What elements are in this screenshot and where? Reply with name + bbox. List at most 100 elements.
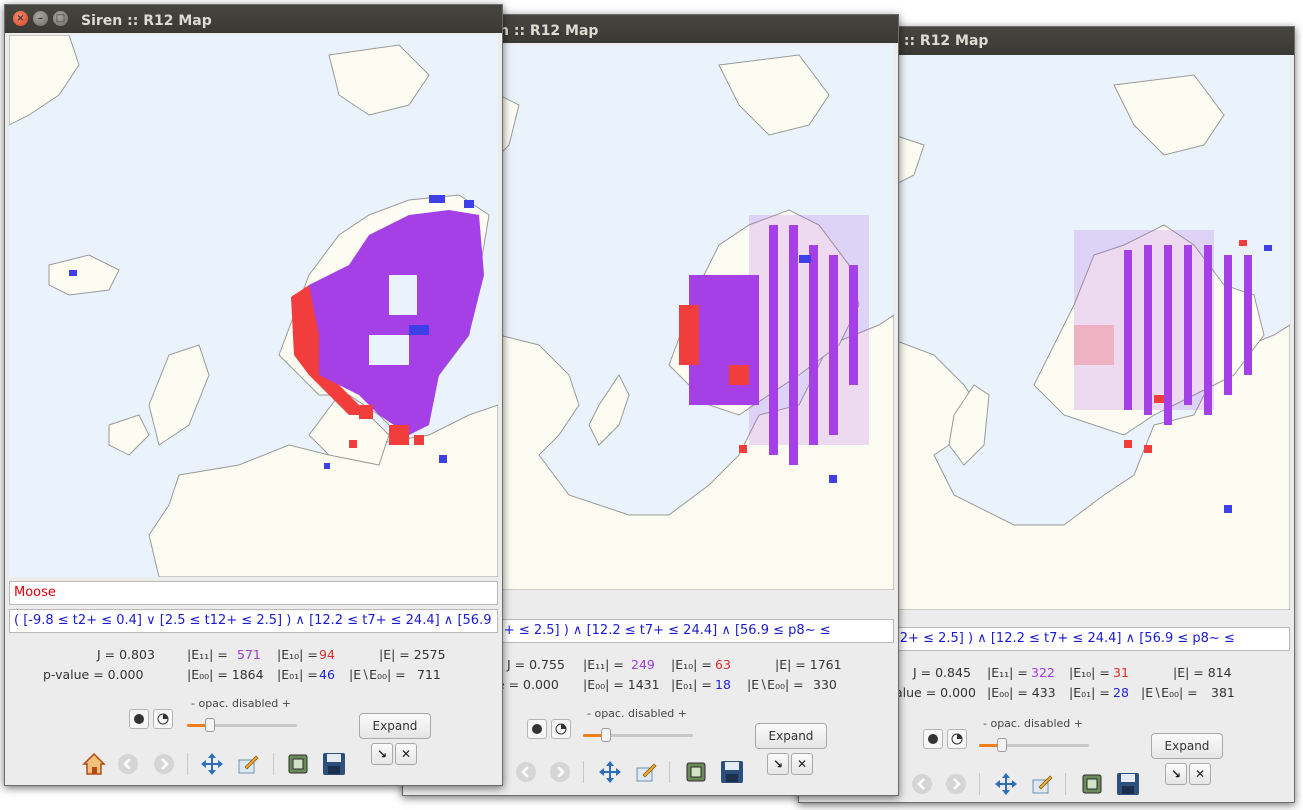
j-value: J = 0.755 bbox=[507, 657, 565, 672]
toolbar-separator bbox=[669, 761, 670, 783]
e-total: |E| = 1761 bbox=[775, 657, 842, 672]
p-value: alue = 0.000 bbox=[895, 685, 976, 700]
edit-icon bbox=[636, 763, 657, 782]
edit-button[interactable] bbox=[1029, 771, 1055, 797]
e00-value: |E₀₀| = 433 bbox=[987, 685, 1056, 700]
pie-full-button[interactable] bbox=[527, 719, 547, 739]
e10-label: |E₁₀| = bbox=[671, 657, 712, 672]
back-button[interactable] bbox=[115, 751, 141, 777]
e11-value: 249 bbox=[631, 657, 655, 672]
query-field[interactable]: ( [-9.8 ≤ t2+ ≤ 0.4] ∨ [2.5 ≤ t12+ ≤ 2.5… bbox=[9, 609, 498, 633]
map-canvas[interactable] bbox=[894, 55, 1290, 610]
close-button[interactable]: ✕ bbox=[395, 743, 417, 765]
edit-icon bbox=[1032, 775, 1053, 794]
query-text: ( [-9.8 ≤ t2+ ≤ 0.4] ∨ [2.5 ≤ t12+ ≤ 2.5… bbox=[14, 613, 497, 628]
export-button[interactable] bbox=[285, 751, 311, 777]
export-button[interactable] bbox=[683, 759, 709, 785]
e-total: |E| = 2575 bbox=[379, 647, 446, 662]
e-minus-e00-label: |E∖E₀₀| = bbox=[747, 677, 804, 692]
expand-button[interactable]: Expand bbox=[755, 723, 827, 749]
forward-button[interactable] bbox=[547, 759, 573, 785]
resize-icon: ↘ bbox=[1170, 767, 1182, 781]
forward-button[interactable] bbox=[943, 771, 969, 797]
e00-value: |E₀₀| = 1431 bbox=[583, 677, 660, 692]
pan-icon bbox=[599, 761, 621, 783]
save-button[interactable] bbox=[719, 759, 745, 785]
e01-value: 46 bbox=[319, 667, 335, 682]
pie-partial-button[interactable] bbox=[551, 719, 571, 739]
pie-full-icon bbox=[134, 714, 144, 724]
opacity-slider[interactable] bbox=[583, 728, 693, 742]
save-button[interactable] bbox=[321, 751, 347, 777]
window-title: n :: R12 Map bbox=[499, 23, 599, 39]
opacity-slider[interactable] bbox=[979, 738, 1089, 752]
pie-full-icon bbox=[532, 724, 542, 734]
e11-label: |E₁₁| = bbox=[187, 647, 228, 662]
pie-full-icon bbox=[928, 734, 938, 744]
resize-button[interactable]: ↘ bbox=[767, 753, 789, 775]
j-value: J = 0.845 bbox=[913, 665, 971, 680]
export-icon bbox=[288, 754, 308, 774]
window-maximize-button[interactable]: □ bbox=[53, 11, 68, 26]
back-icon bbox=[912, 774, 932, 794]
opacity-label: - opac. disabled + bbox=[983, 717, 1083, 730]
e11-label: |E₁₁| = bbox=[987, 665, 1028, 680]
save-button[interactable] bbox=[1115, 771, 1141, 797]
pan-button[interactable] bbox=[597, 759, 623, 785]
e10-value: 31 bbox=[1113, 665, 1129, 680]
minimize-icon: – bbox=[38, 13, 43, 24]
window-close-button[interactable]: × bbox=[13, 11, 28, 26]
pan-button[interactable] bbox=[993, 771, 1019, 797]
title-bar[interactable]: × – □ Siren :: R12 Map bbox=[5, 5, 502, 33]
save-icon bbox=[721, 761, 743, 783]
pie-partial-button[interactable] bbox=[153, 709, 173, 729]
e10-value: 63 bbox=[715, 657, 731, 672]
expand-button[interactable]: Expand bbox=[359, 713, 431, 739]
map-canvas[interactable] bbox=[499, 45, 894, 590]
window-minimize-button[interactable]: – bbox=[33, 11, 48, 26]
close-icon: × bbox=[16, 13, 25, 24]
back-button[interactable] bbox=[513, 759, 539, 785]
back-icon bbox=[516, 762, 536, 782]
toolbar-separator bbox=[187, 753, 188, 775]
e01-value: 28 bbox=[1113, 685, 1129, 700]
forward-icon bbox=[154, 754, 174, 774]
map-canvas[interactable] bbox=[9, 35, 498, 577]
edit-button[interactable] bbox=[235, 751, 261, 777]
maximize-icon: □ bbox=[55, 13, 66, 24]
resize-button[interactable]: ↘ bbox=[371, 743, 393, 765]
e01-label: |E₀₁| = bbox=[671, 677, 712, 692]
edit-icon bbox=[238, 755, 259, 774]
stats-panel: J = 0.803 p-value = 0.000 |E₁₁| = 571 |E… bbox=[5, 645, 502, 685]
e10-value: 94 bbox=[319, 647, 335, 662]
pie-partial-button[interactable] bbox=[947, 729, 967, 749]
j-value: J = 0.803 bbox=[97, 647, 155, 662]
expand-button[interactable]: Expand bbox=[1151, 733, 1223, 759]
e00-value: |E₀₀| = 1864 bbox=[187, 667, 264, 682]
home-button[interactable] bbox=[81, 751, 107, 777]
e-minus-e00-value: 330 bbox=[813, 677, 837, 692]
e01-label: |E₀₁| = bbox=[1069, 685, 1110, 700]
export-icon bbox=[686, 762, 706, 782]
opacity-slider[interactable] bbox=[187, 718, 297, 732]
close-button[interactable]: ✕ bbox=[791, 753, 813, 775]
forward-button[interactable] bbox=[151, 751, 177, 777]
close-icon: ✕ bbox=[796, 757, 808, 771]
export-button[interactable] bbox=[1079, 771, 1105, 797]
forward-icon bbox=[550, 762, 570, 782]
back-button[interactable] bbox=[909, 771, 935, 797]
close-button[interactable]: ✕ bbox=[1189, 763, 1211, 785]
pan-button[interactable] bbox=[199, 751, 225, 777]
pie-full-button[interactable] bbox=[129, 709, 149, 729]
home-icon bbox=[82, 752, 106, 775]
window-title: n :: R12 Map bbox=[889, 33, 989, 49]
resize-button[interactable]: ↘ bbox=[1165, 763, 1187, 785]
pie-full-button[interactable] bbox=[923, 729, 943, 749]
window-title: Siren :: R12 Map bbox=[81, 13, 212, 29]
resize-icon: ↘ bbox=[772, 757, 784, 771]
edit-button[interactable] bbox=[633, 759, 659, 785]
resize-icon: ↘ bbox=[376, 747, 388, 761]
dataset-name: Moose bbox=[9, 581, 498, 605]
save-icon bbox=[1117, 773, 1139, 795]
e-minus-e00-value: 711 bbox=[417, 667, 441, 682]
